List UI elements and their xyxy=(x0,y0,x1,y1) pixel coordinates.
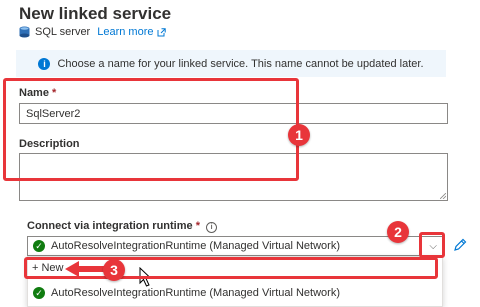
service-type-label: SQL server xyxy=(35,26,91,38)
dropdown-option-label: AutoResolveIntegrationRuntime (Managed V… xyxy=(51,287,340,299)
service-subtitle: SQL server Learn more xyxy=(19,26,166,38)
info-banner-text: Choose a name for your linked service. T… xyxy=(57,57,424,70)
info-icon: i xyxy=(38,57,51,70)
annotation-badge-3: 3 xyxy=(103,259,125,281)
runtime-select[interactable]: ✓ AutoResolveIntegrationRuntime (Managed… xyxy=(27,236,443,256)
check-circle-icon: ✓ xyxy=(33,240,45,252)
external-link-icon xyxy=(157,27,166,36)
database-icon xyxy=(19,26,30,38)
learn-more-link[interactable]: Learn more xyxy=(97,26,166,38)
annotation-badge-1: 1 xyxy=(288,124,310,146)
dropdown-option[interactable]: ✓ AutoResolveIntegrationRuntime (Managed… xyxy=(33,287,340,299)
annotation-box-1 xyxy=(3,78,299,181)
runtime-label-text: Connect via integration runtime xyxy=(27,220,193,232)
info-banner: i Choose a name for your linked service.… xyxy=(16,50,446,77)
runtime-required-marker: * xyxy=(195,220,200,232)
annotation-box-2 xyxy=(419,232,445,258)
page-title: New linked service xyxy=(19,4,172,23)
pencil-icon[interactable] xyxy=(453,238,467,252)
resize-grip-icon[interactable] xyxy=(440,193,446,199)
learn-more-text: Learn more xyxy=(97,26,154,38)
runtime-info-icon[interactable]: i xyxy=(206,222,218,233)
check-circle-icon: ✓ xyxy=(33,287,45,299)
runtime-label: Connect via integration runtime * i xyxy=(27,220,218,233)
runtime-select-value: AutoResolveIntegrationRuntime (Managed V… xyxy=(51,240,340,252)
annotation-badge-2: 2 xyxy=(387,221,409,243)
